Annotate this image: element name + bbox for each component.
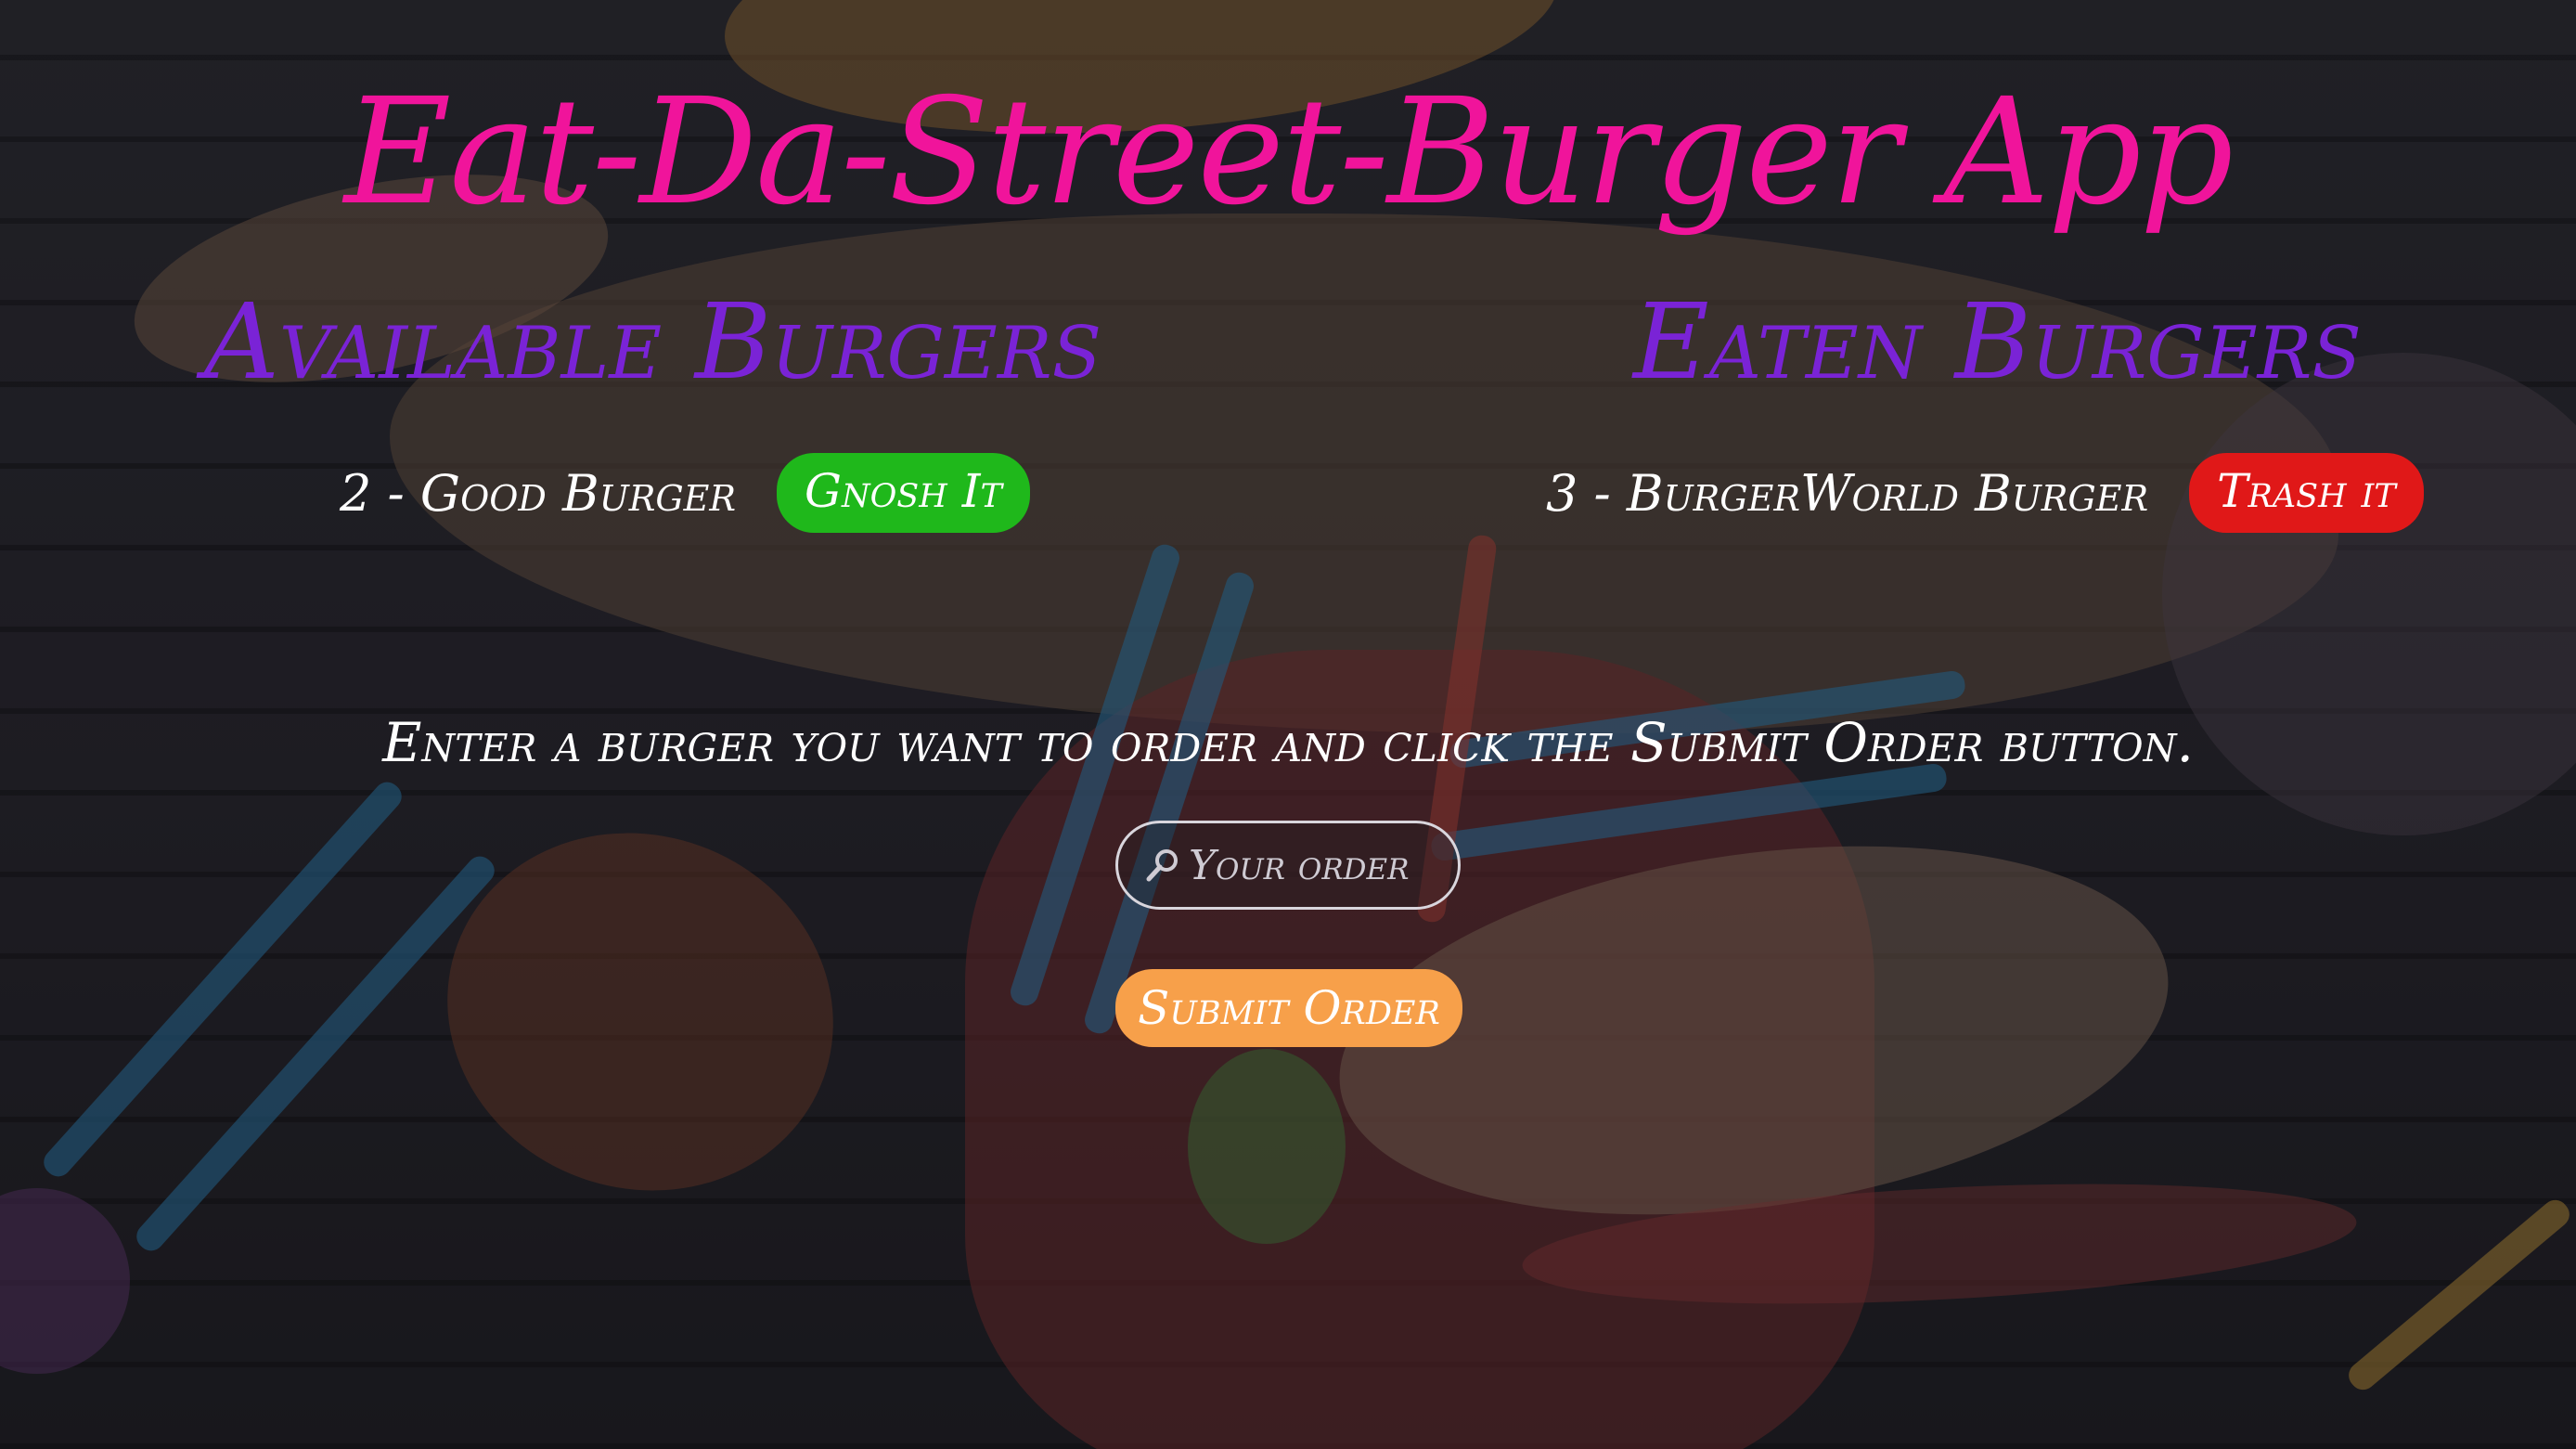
eaten-burger-item: 3 - BurgerWorld Burger Trash it [1546,453,2424,533]
search-icon [1142,845,1183,886]
eaten-burgers-heading: Eaten Burgers [1633,282,2362,403]
trash-it-button[interactable]: Trash it [2189,453,2424,533]
order-instructions: Enter a burger you want to order and cli… [382,711,2194,774]
gnosh-it-button[interactable]: Gnosh It [777,453,1030,533]
available-burger-item: 2 - Good Burger Gnosh It [340,453,1030,533]
order-input[interactable] [1187,840,1458,890]
order-input-field[interactable] [1115,821,1461,910]
burger-name: 2 - Good Burger [340,463,737,523]
burger-name: 3 - BurgerWorld Burger [1546,463,2149,523]
submit-order-button[interactable]: Submit Order [1115,969,1462,1047]
page-title: Eat-Da-Street-Burger App [343,67,2234,238]
available-burgers-heading: Available Burgers [204,282,1102,403]
